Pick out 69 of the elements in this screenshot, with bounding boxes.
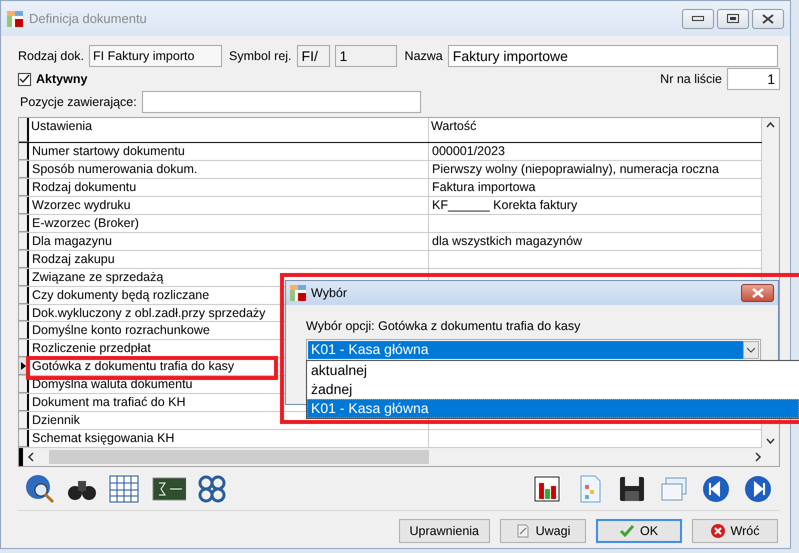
dialog-title: Wybór: [311, 286, 348, 300]
scroll-left-icon[interactable]: [27, 452, 35, 462]
row-selector[interactable]: [19, 178, 29, 196]
restore-icon: [727, 14, 739, 24]
row-selector[interactable]: [19, 286, 29, 304]
row-selector[interactable]: [19, 232, 29, 250]
symbol-number-field[interactable]: 1: [334, 45, 397, 67]
positions-label: Pozycje zawierające:: [20, 95, 137, 109]
cancel-icon: [710, 524, 725, 538]
dialog-logo: [290, 285, 306, 301]
list-number-label: Nr na liście: [660, 72, 722, 86]
row-selector[interactable]: [19, 340, 29, 358]
row-selector[interactable]: [19, 214, 29, 232]
table-icon[interactable]: [108, 472, 140, 504]
row-selector[interactable]: [19, 268, 29, 286]
row-selector[interactable]: [19, 412, 29, 430]
window-title: Definicja dokumentu: [29, 11, 147, 26]
row-selector[interactable]: [19, 430, 29, 448]
table-cell: Rodzaj zakupu: [29, 250, 429, 268]
back-button[interactable]: Wróć: [692, 519, 778, 543]
scrollbar-thumb[interactable]: [49, 450, 429, 464]
name-field[interactable]: Faktury importowe: [448, 45, 778, 67]
list-number-field[interactable]: 1: [727, 68, 780, 90]
row-selector[interactable]: [19, 304, 29, 322]
scroll-right-icon[interactable]: [754, 452, 762, 462]
scroll-down-icon[interactable]: [766, 438, 775, 444]
horizontal-scrollbar[interactable]: [19, 448, 779, 466]
magnifier-icon[interactable]: [24, 472, 56, 504]
check-icon: [620, 525, 634, 537]
row-selector[interactable]: [19, 394, 29, 412]
maximize-button[interactable]: [717, 8, 749, 28]
gears-icon[interactable]: [196, 472, 228, 504]
active-checkbox[interactable]: [18, 72, 31, 86]
table-cell: Schemat księgowania KH: [29, 430, 429, 448]
notes-button[interactable]: Uwagi: [500, 519, 586, 543]
row-selector[interactable]: [19, 250, 29, 268]
option-item[interactable]: K01 - Kasa główna: [307, 399, 799, 418]
positions-field[interactable]: [142, 91, 421, 113]
close-icon: [752, 288, 764, 298]
active-label: Aktywny: [36, 72, 88, 86]
minimize-icon: [692, 16, 704, 22]
column-header: Ustawienia: [29, 118, 429, 142]
permissions-button[interactable]: Uprawnienia: [398, 519, 490, 543]
scroll-up-icon[interactable]: [766, 122, 775, 128]
option-dropdown[interactable]: K01 - Kasa główna: [306, 339, 761, 361]
table-cell: Rodzaj dokumentu: [29, 178, 429, 196]
table-cell: E-wzorzec (Broker): [29, 214, 429, 232]
symbol-prefix-field[interactable]: FI/: [296, 45, 330, 67]
close-icon: [762, 14, 774, 24]
table-cell: Sposób numerowania dokum.: [29, 160, 429, 178]
row-selector[interactable]: [19, 160, 29, 178]
note-icon: [516, 524, 530, 538]
row-selector[interactable]: [19, 376, 29, 394]
checkmark-icon: [19, 74, 30, 84]
row-selector[interactable]: [19, 142, 29, 160]
symbol-label: Symbol rej.: [229, 49, 292, 63]
close-button[interactable]: [741, 284, 774, 302]
table-cell: Numer startowy dokumentu: [29, 142, 429, 160]
row-selector[interactable]: [19, 196, 29, 214]
row-selector[interactable]: [19, 322, 29, 340]
table-cell: Wzorzec wydruku: [29, 196, 429, 214]
doc-type-dropdown[interactable]: FI Faktury importo: [89, 45, 222, 67]
app-logo: [7, 10, 23, 26]
close-button[interactable]: [752, 8, 784, 28]
table-cell: Dla magazynu: [29, 232, 429, 250]
ok-button[interactable]: OK: [596, 519, 682, 543]
minimize-button[interactable]: [682, 8, 714, 28]
doc-type-label: Rodzaj dok.: [18, 49, 84, 63]
name-label: Nazwa: [404, 49, 443, 63]
